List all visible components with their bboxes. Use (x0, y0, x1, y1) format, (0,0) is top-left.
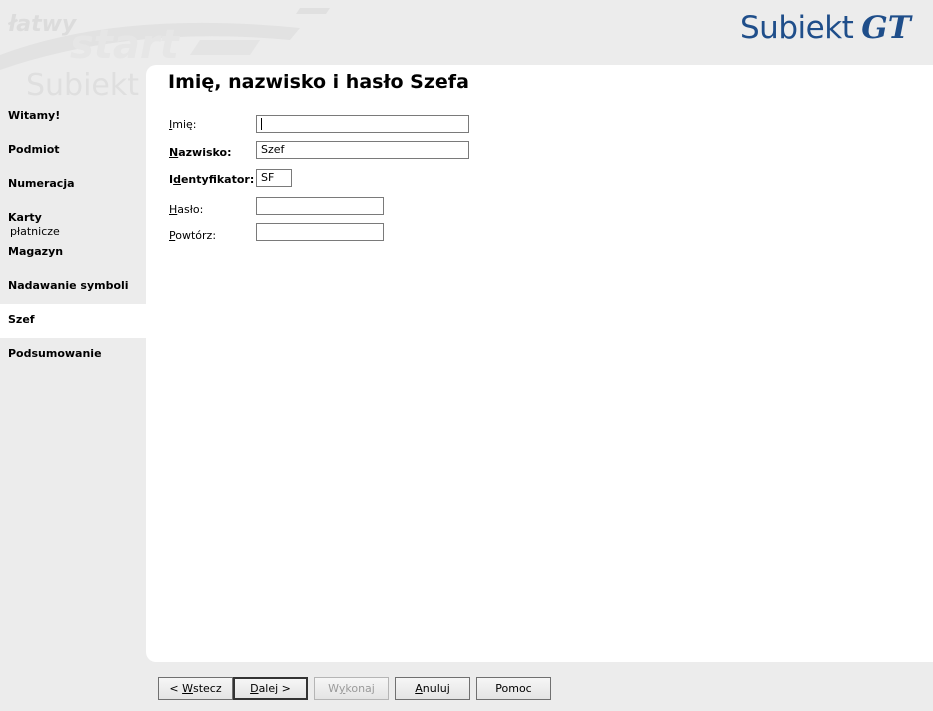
nav-item-szef[interactable]: Szef (0, 304, 146, 338)
cancel-button[interactable]: Anuluj (395, 677, 470, 700)
nav-item-label: Szef (8, 313, 35, 326)
watermark-latwy: łatwy (8, 12, 77, 37)
content-panel: Imię, nazwisko i hasło Szefa Imię: Nazwi… (146, 65, 933, 662)
haslo-label: Hasło: (169, 203, 204, 216)
nav-item-label: Podmiot (8, 143, 60, 156)
haslo-input[interactable] (256, 197, 384, 215)
imie-label: Imię: (169, 118, 197, 131)
nav-item-witamy[interactable]: Witamy! (0, 100, 146, 134)
watermark-subiekt: Subiekt (26, 68, 140, 103)
watermark-start: start (70, 22, 179, 68)
nav-item-label: Witamy! (8, 109, 61, 122)
nazwisko-input[interactable]: Szef (256, 141, 469, 159)
powtorz-input[interactable] (256, 223, 384, 241)
finish-button[interactable]: Wykonaj (314, 677, 389, 700)
nav-item-label: Numeracja (8, 177, 75, 190)
identyfikator-label: Identyfikator: (169, 173, 255, 186)
nav-item-magazyn[interactable]: Magazyn (0, 236, 146, 270)
logo-gt: GT (861, 10, 911, 46)
text-caret (261, 118, 262, 130)
help-button[interactable]: Pomoc (476, 677, 551, 700)
page-title: Imię, nazwisko i hasło Szefa (168, 71, 469, 93)
nav-item-nadawanie-symboli[interactable]: Nadawanie symboli (0, 270, 146, 304)
back-button[interactable]: < Wstecz (158, 677, 233, 700)
nav-item-karty-platnicze[interactable]: Karty płatnicze (0, 202, 146, 238)
subiekt-gt-logo: Subiekt GT (740, 10, 911, 50)
nav-item-numeracja[interactable]: Numeracja (0, 168, 146, 202)
next-button[interactable]: Dalej > (233, 677, 308, 700)
powtorz-label: Powtórz: (169, 229, 217, 242)
imie-input[interactable] (256, 115, 469, 133)
nav-item-podsumowanie[interactable]: Podsumowanie (0, 338, 146, 372)
identyfikator-input[interactable]: SF (256, 169, 292, 187)
nav-item-podmiot[interactable]: Podmiot (0, 134, 146, 168)
nav-item-label: Karty (8, 211, 42, 224)
nav-item-label: Magazyn (8, 245, 64, 258)
logo-text: Subiekt (740, 10, 854, 46)
nav-item-label: Nadawanie symboli (8, 279, 129, 292)
nazwisko-label: Nazwisko: (169, 146, 232, 159)
nav-item-label: Podsumowanie (8, 347, 102, 360)
